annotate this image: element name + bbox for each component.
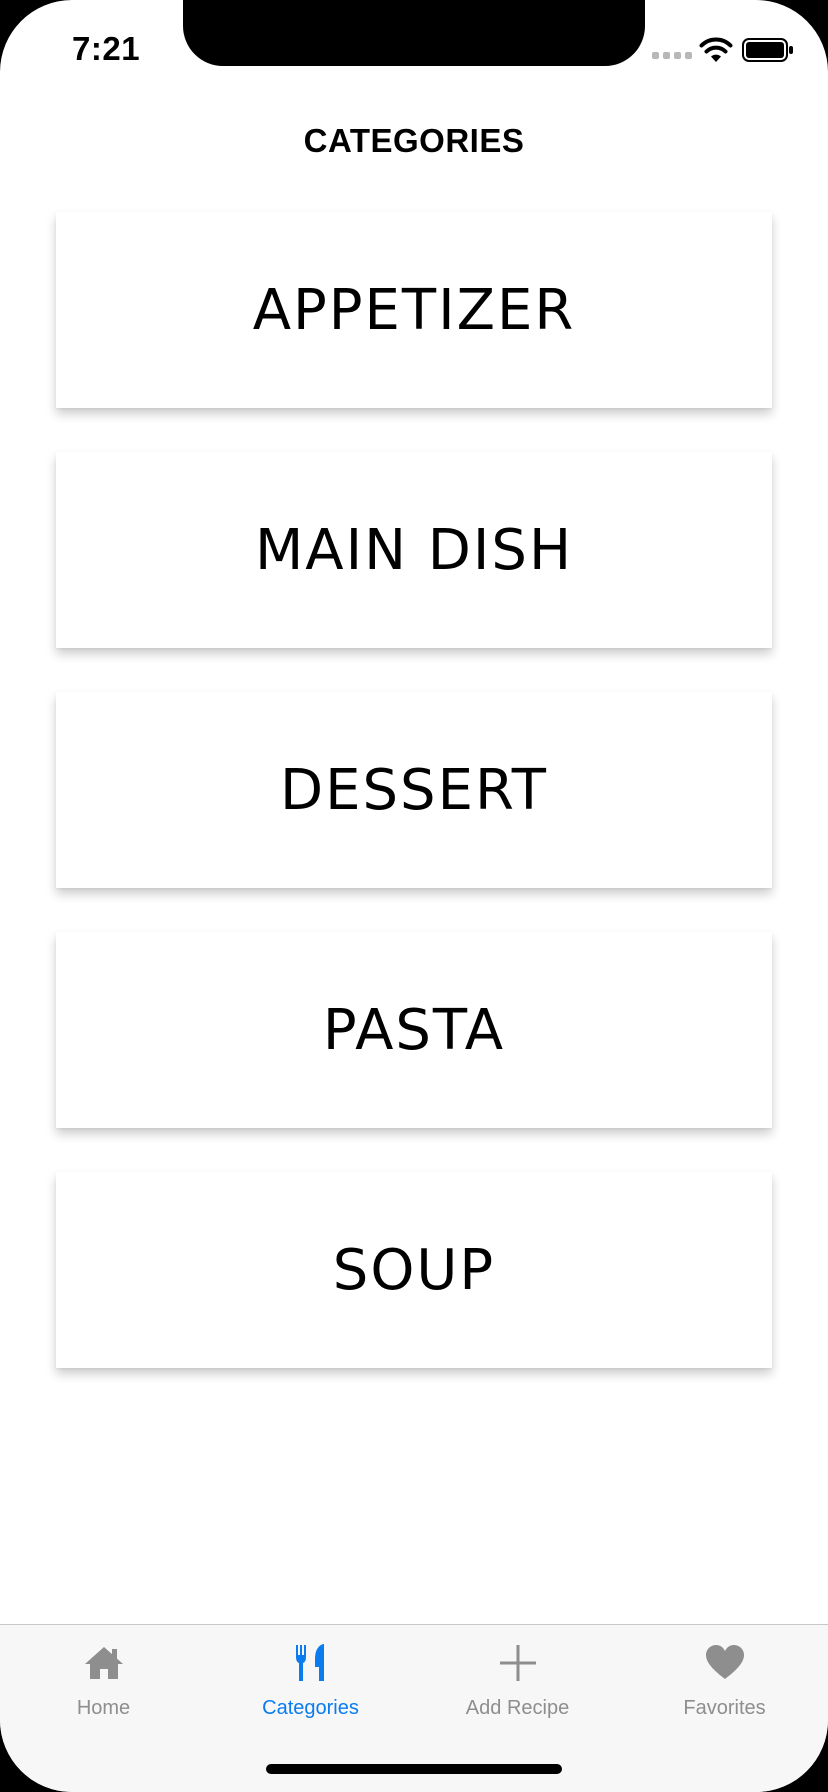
- category-label: DESSERT: [279, 757, 549, 823]
- home-indicator[interactable]: [266, 1764, 562, 1774]
- heart-icon: [705, 1645, 744, 1679]
- wifi-icon: [699, 37, 733, 62]
- status-time: 7:21: [72, 30, 141, 67]
- category-label: PASTA: [322, 997, 506, 1063]
- home-icon: [84, 1647, 123, 1679]
- category-label: MAIN DISH: [254, 517, 574, 583]
- category-card-pasta[interactable]: PASTA: [56, 932, 772, 1128]
- category-label: APPETIZER: [252, 277, 576, 343]
- page-title: CATEGORIES: [303, 122, 525, 159]
- tab-home[interactable]: Home: [0, 1625, 207, 1737]
- cellular-signal-icon: [652, 52, 692, 59]
- category-card-dessert[interactable]: DESSERT: [56, 692, 772, 888]
- tab-label: Add Recipe: [465, 1697, 570, 1719]
- battery-icon: [742, 38, 793, 62]
- tab-add-recipe[interactable]: Add Recipe: [414, 1625, 621, 1737]
- tab-label: Categories: [262, 1697, 359, 1719]
- tab-label: Home: [76, 1697, 131, 1719]
- cutlery-icon: [295, 1644, 324, 1681]
- tab-categories[interactable]: Categories: [207, 1625, 414, 1737]
- tab-label: Favorites: [683, 1697, 766, 1719]
- device-notch: [183, 0, 645, 66]
- category-label: SOUP: [332, 1237, 496, 1303]
- tab-favorites[interactable]: Favorites: [621, 1625, 828, 1737]
- category-card-appetizer[interactable]: APPETIZER: [56, 212, 772, 408]
- category-card-main-dish[interactable]: MAIN DISH: [56, 452, 772, 648]
- plus-icon: [499, 1645, 536, 1681]
- category-card-soup[interactable]: SOUP: [56, 1172, 772, 1368]
- app-screen: 7:21 CATEGORIES APPETIZER MAIN DISH DESS…: [0, 0, 828, 1792]
